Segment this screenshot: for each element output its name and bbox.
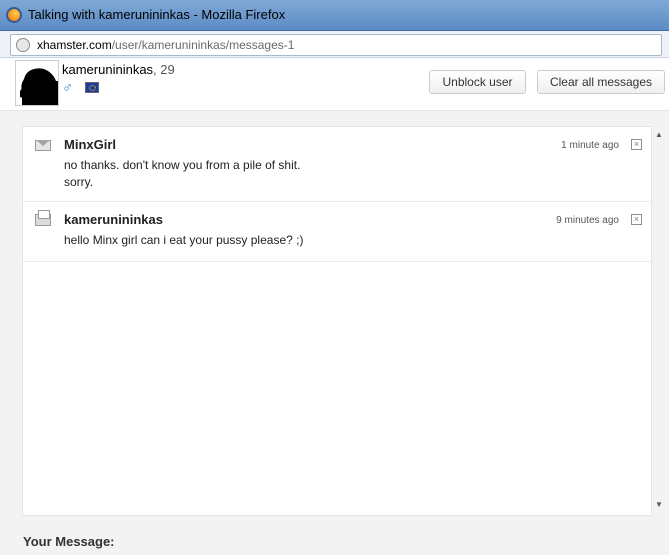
username-text[interactable]: kamerunininkas	[62, 62, 153, 77]
window-titlebar: Talking with kamerunininkas - Mozilla Fi…	[0, 0, 669, 31]
envelope-open-icon	[35, 210, 51, 226]
envelope-icon	[35, 140, 51, 151]
message-text: hello Minx girl can i eat your pussy ple…	[64, 232, 303, 249]
messages-area: MinxGirl no thanks. don't know you from …	[0, 111, 669, 555]
male-gender-icon: ♂	[62, 79, 74, 96]
user-age: , 29	[153, 62, 175, 77]
message-text-line: sorry.	[64, 175, 94, 189]
message-item: kamerunininkas hello Minx girl can i eat…	[23, 202, 651, 262]
eu-flag-icon	[85, 82, 99, 93]
unblock-user-button[interactable]: Unblock user	[429, 70, 526, 94]
clear-all-messages-button[interactable]: Clear all messages	[537, 70, 665, 94]
avatar[interactable]	[15, 60, 59, 106]
url-host: xhamster.com	[37, 38, 112, 52]
message-text-line: no thanks. don't know you from a pile of…	[64, 158, 301, 172]
message-text: no thanks. don't know you from a pile of…	[64, 157, 300, 191]
message-sender[interactable]: MinxGirl	[64, 137, 116, 152]
navigation-bar: xhamster.com/user/kamerunininkas/message…	[0, 31, 669, 58]
profile-username[interactable]: kamerunininkas, 29	[62, 62, 175, 77]
delete-message-icon[interactable]: ×	[631, 139, 642, 150]
delete-message-icon[interactable]: ×	[631, 214, 642, 225]
url-path: /user/kamerunininkas/messages-1	[111, 38, 295, 52]
message-list[interactable]: MinxGirl no thanks. don't know you from …	[22, 126, 652, 516]
compose-label: Your Message:	[23, 534, 115, 549]
site-identity-icon[interactable]	[16, 38, 30, 52]
message-time: 1 minute ago	[561, 140, 619, 151]
address-bar[interactable]: xhamster.com/user/kamerunininkas/message…	[10, 34, 662, 56]
conversation-header: kamerunininkas, 29 ♂ Unblock user Clear …	[0, 58, 669, 111]
message-sender[interactable]: kamerunininkas	[64, 212, 163, 227]
message-item: MinxGirl no thanks. don't know you from …	[23, 127, 651, 202]
window-title: Talking with kamerunininkas - Mozilla Fi…	[28, 7, 286, 22]
address-url[interactable]: xhamster.com/user/kamerunininkas/message…	[37, 38, 294, 52]
message-time: 9 minutes ago	[556, 215, 619, 226]
scroll-up-arrow-icon[interactable]: ▲	[655, 130, 663, 139]
message-text-line: hello Minx girl can i eat your pussy ple…	[64, 233, 304, 247]
scroll-down-arrow-icon[interactable]: ▼	[655, 500, 663, 509]
firefox-logo-icon	[6, 7, 22, 23]
